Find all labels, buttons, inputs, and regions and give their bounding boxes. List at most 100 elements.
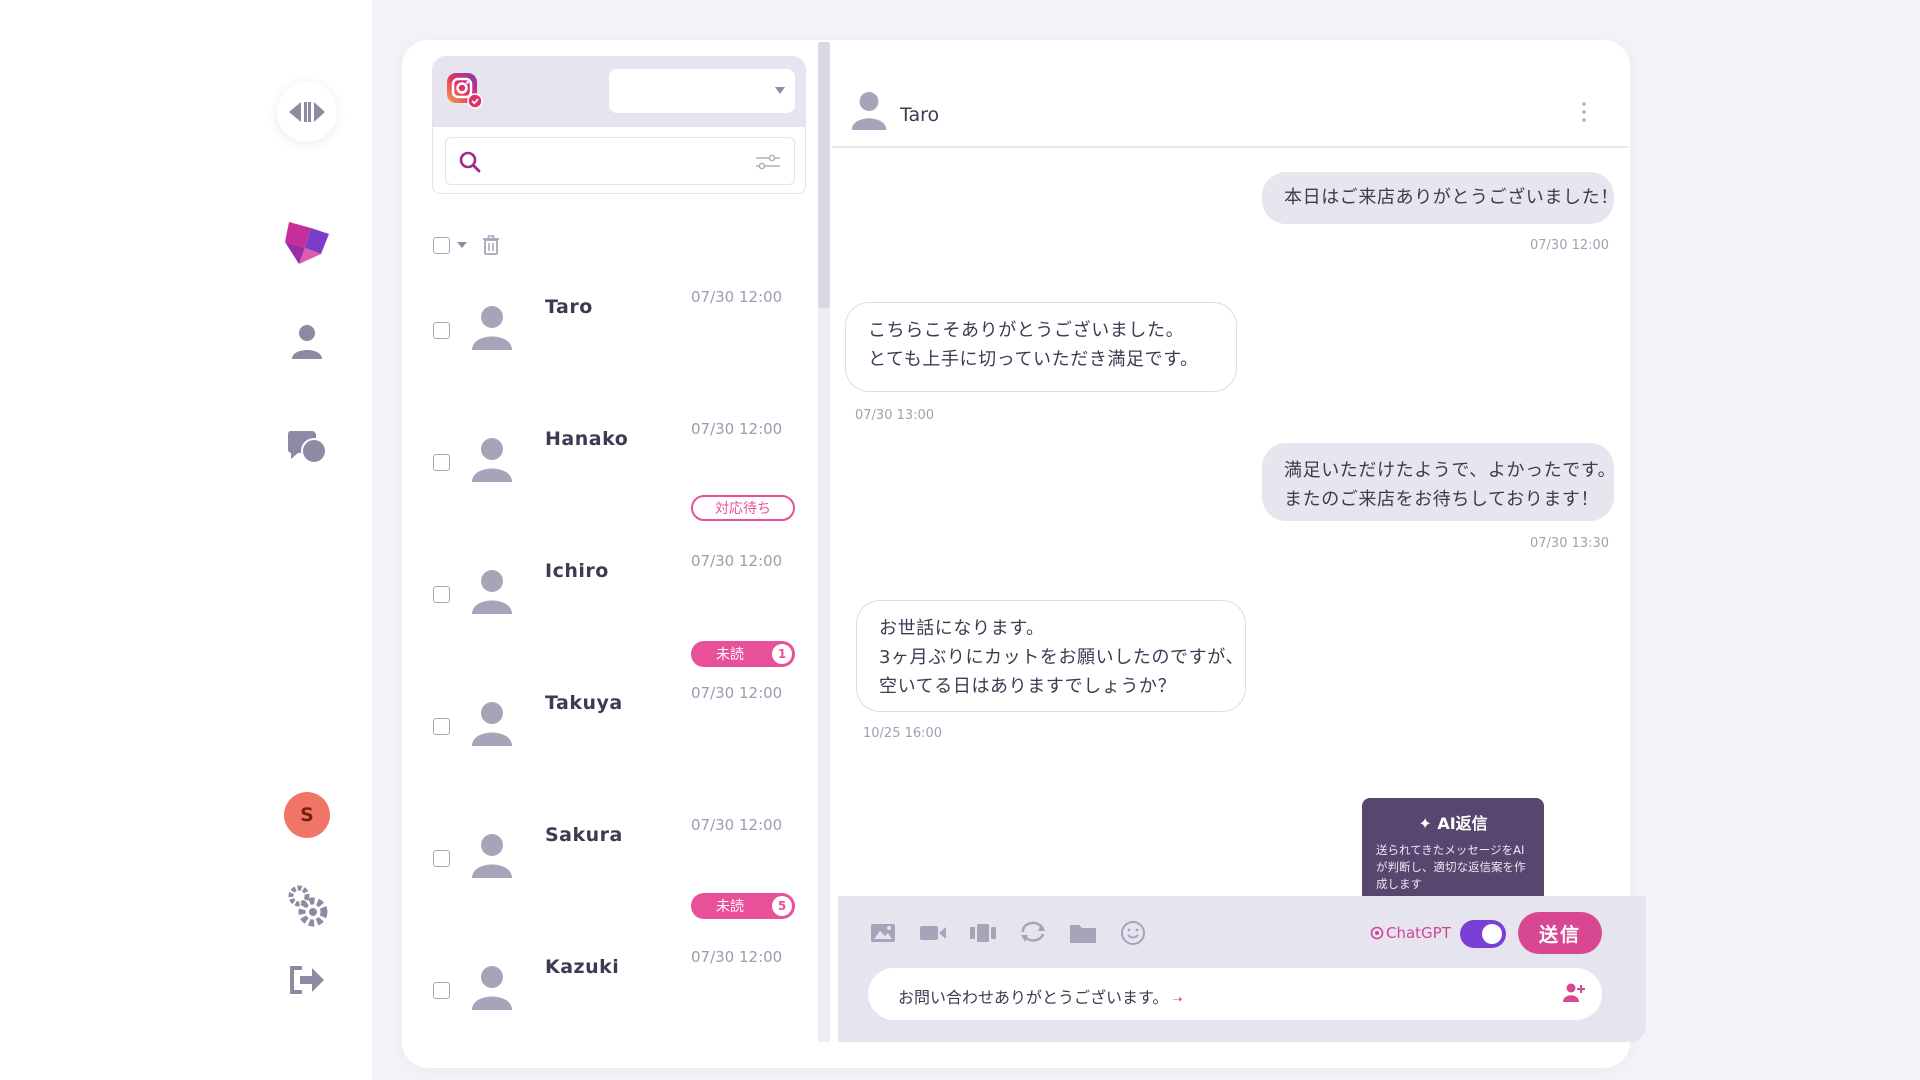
select-all-checkbox[interactable] [433,236,450,254]
chevron-down-icon [775,87,785,94]
ai-reply-toggle[interactable] [1460,920,1506,948]
message-input-text: お問い合わせありがとうございます。 ➝ [898,984,1182,1008]
account-bar [433,57,805,127]
conversation-time: 07/30 12:00 [691,684,783,702]
collapse-arrows-icon [289,102,325,122]
app-logo[interactable] [277,210,337,270]
message-timestamp: 07/30 13:30 [1530,536,1610,551]
chat-header: Taro [832,70,1628,148]
unread-label: 未読 [716,647,744,663]
user-avatar[interactable]: S [284,792,330,838]
message-bubble-outgoing: 満足いただけたようで、よかったです。 またのご来店をお待ちしております！ [1262,443,1616,521]
search-input[interactable] [488,148,728,174]
conversation-name: Hanako [545,428,629,450]
caret-down-icon[interactable] [456,240,468,250]
arrow-right-icon: ➝ [1172,992,1183,1006]
person-avatar-icon [472,438,512,482]
person-icon [292,325,322,359]
unread-label: 未読 [716,899,744,915]
ai-reply-tooltip-body: 送られてきたメッセージをAIが判断し、適切な返信案を作成します [1376,843,1526,891]
conversation-checkbox[interactable] [433,982,450,999]
ai-reply-title-text: AI返信 [1437,814,1488,833]
account-select[interactable] [609,69,795,113]
filter-sliders-icon[interactable] [754,152,782,172]
message-timestamp: 07/30 12:00 [1530,238,1610,253]
trash-icon[interactable] [480,234,502,256]
unread-badge: 未読 5 [691,893,795,919]
message-timestamp: 07/30 13:00 [855,408,935,423]
conversation-name: Takuya [545,692,623,714]
message-bubble-outgoing: 本日はご来店ありがとうございました！ [1262,172,1618,224]
scrollbar-thumb[interactable] [818,42,830,308]
conversation-time: 07/30 12:00 [691,948,783,966]
conversation-list-scrollbar[interactable] [818,42,830,1042]
carousel-button[interactable] [968,918,998,948]
conversation-item-hanako[interactable]: Hanako 07/30 12:00 [432,412,810,544]
toggle-knob [1482,924,1502,944]
chat-bubbles-icon [287,431,327,464]
video-button[interactable] [918,918,948,948]
message-bubble-incoming: お世話になります。 3ヶ月ぶりにカットをお願いしたのですが、 空いてる日はありま… [856,600,1246,712]
video-camera-icon [920,926,946,940]
chatgpt-label: ChatGPT [1370,924,1451,942]
person-avatar-icon [472,966,512,1010]
conversation-checkbox[interactable] [433,718,450,735]
bulk-actions-bar [433,234,502,256]
unread-count: 1 [772,644,792,664]
status-badge-waiting: 対応待ち [691,495,795,521]
conversation-checkbox[interactable] [433,322,450,339]
folder-icon [1070,925,1096,943]
message-composer: ChatGPT 送信 お問い合わせありがとうございます。 ➝ [838,896,1646,1042]
conversation-list: Taro 07/30 12:00 Hanako 07/30 12:00 Ichi… [432,280,810,1072]
search-box[interactable] [445,137,795,185]
person-avatar-icon [472,834,512,878]
nav-chats[interactable] [277,416,337,476]
search-icon [459,151,481,173]
conversation-item-taro[interactable]: Taro 07/30 12:00 [432,280,810,412]
conversation-item-kazuki[interactable]: Kazuki 07/30 12:00 [432,940,810,1072]
left-rail: S [0,0,372,1080]
unread-count: 5 [772,896,792,916]
conversation-list-header [432,56,806,194]
gear-icon [288,885,328,927]
conversation-name: Kazuki [545,956,620,978]
message-timestamp: 10/25 16:00 [863,726,943,741]
folder-button[interactable] [1068,918,1098,948]
conversation-item-sakura[interactable]: Sakura 07/30 12:00 [432,808,810,940]
more-vertical-icon[interactable] [1580,100,1588,124]
person-avatar-icon [472,306,512,350]
collapse-panel-button[interactable] [277,82,337,142]
nav-settings[interactable] [277,875,337,935]
person-avatar-icon [851,92,887,130]
carousel-icon [970,924,996,942]
chatgpt-label-text: ChatGPT [1386,924,1451,942]
message-input-value: お問い合わせありがとうございます。 [898,988,1169,1007]
conversation-checkbox[interactable] [433,454,450,471]
send-button[interactable]: 送信 [1518,912,1602,954]
conversation-time: 07/30 12:00 [691,420,783,438]
conversation-checkbox[interactable] [433,850,450,867]
instagram-icon[interactable] [445,71,483,109]
chat-contact-name: Taro [900,104,940,126]
reply-template-button[interactable] [1018,918,1048,948]
image-button[interactable] [868,918,898,948]
add-user-icon[interactable] [1562,982,1586,1004]
message-input[interactable]: お問い合わせありがとうございます。 ➝ [868,968,1602,1020]
unread-badge: 未読 1 [691,641,795,667]
conversation-time: 07/30 12:00 [691,816,783,834]
person-avatar-icon [472,702,512,746]
logout-button[interactable] [277,950,337,1010]
conversation-time: 07/30 12:00 [691,288,783,306]
conversation-name: Ichiro [545,560,609,582]
image-icon [871,924,895,942]
conversation-checkbox[interactable] [433,586,450,603]
nav-contacts[interactable] [277,312,337,372]
message-cycle-icon [1021,921,1045,942]
chatgpt-icon [1370,926,1384,940]
ai-reply-tooltip: ✦ AI返信 送られてきたメッセージをAIが判断し、適切な返信案を作成します [1362,798,1544,920]
conversation-name: Taro [545,296,593,318]
smiley-icon [1121,921,1145,945]
conversation-item-takuya[interactable]: Takuya 07/30 12:00 [432,676,810,808]
emoji-button[interactable] [1118,918,1148,948]
ai-reply-tooltip-title: ✦ AI返信 [1376,810,1530,834]
